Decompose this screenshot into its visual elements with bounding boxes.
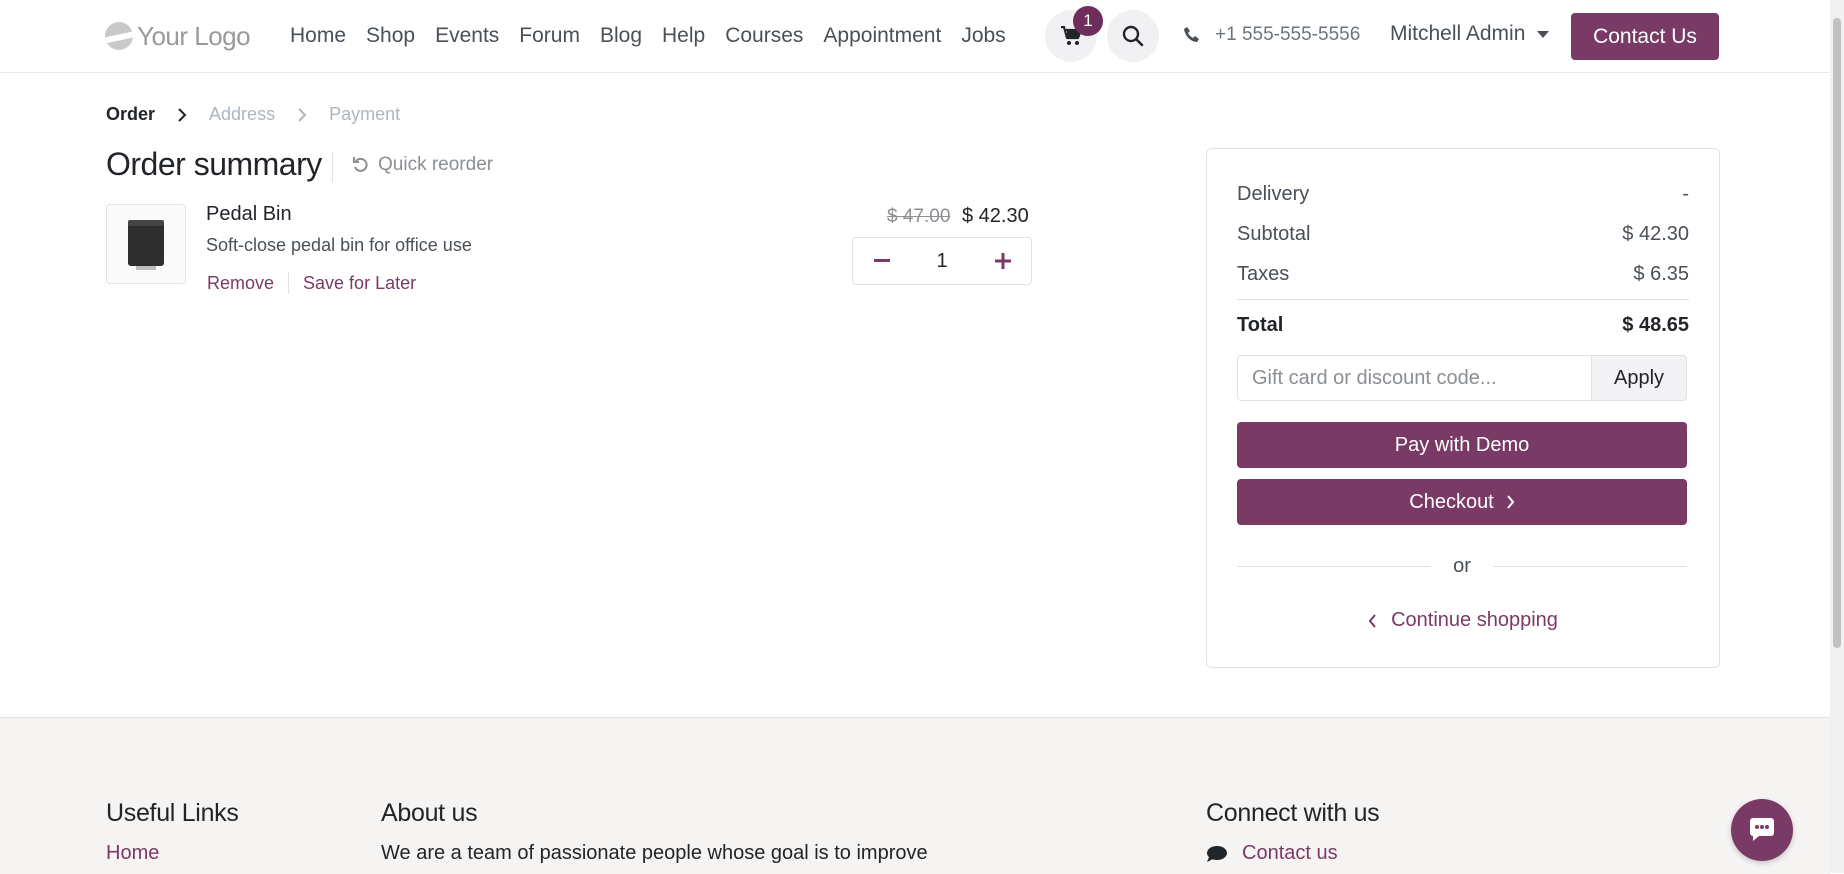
discounted-price: $ 42.30 [962,205,1029,227]
phone-contact[interactable]: +1 555-555-5556 [1183,24,1360,46]
logo-mark-icon [105,22,133,50]
or-label: or [1453,555,1471,577]
nav-shop[interactable]: Shop [356,22,425,50]
page-title: Order summary [106,146,322,182]
taxes-label: Taxes [1237,263,1290,285]
footer-contact-link[interactable]: Contact us [1206,842,1338,865]
checkout-label: Checkout [1409,490,1494,513]
step-payment: Payment [329,104,401,124]
total-row: Total $ 48.65 [1237,314,1689,337]
contact-us-button[interactable]: Contact Us [1571,13,1719,60]
chevron-left-icon [1368,613,1376,628]
comment-icon [1207,845,1227,862]
taxes-row: Taxes $ 6.35 [1237,263,1689,286]
cart-button[interactable]: 1 [1045,6,1103,62]
nav-courses[interactable]: Courses [715,22,813,50]
minus-icon [873,259,890,262]
site-logo[interactable]: Your Logo [105,18,251,54]
coupon-form: Apply [1237,355,1687,401]
chat-icon [1750,818,1774,841]
delivery-row: Delivery - [1237,183,1689,206]
scrollbar-thumb[interactable] [1833,18,1841,648]
phone-number: +1 555-555-5556 [1215,24,1361,45]
cart-count-badge: 1 [1073,6,1103,36]
about-us-text: We are a team of passionate people whose… [381,842,928,864]
user-name: Mitchell Admin [1390,22,1526,45]
plus-icon [994,253,1011,269]
pedal-bin-image [128,220,164,270]
live-chat-button[interactable] [1731,799,1793,861]
step-order[interactable]: Order [106,104,155,125]
quantity-input[interactable] [910,238,974,284]
product-description: Soft-close pedal bin for office use [206,235,472,255]
checkout-breadcrumb: Order Address Payment [106,104,400,125]
useful-links-heading: Useful Links [106,799,239,827]
page-scrollbar[interactable] [1830,0,1844,873]
continue-shopping-link[interactable]: Continue shopping [1207,609,1719,632]
product-image[interactable] [106,204,186,284]
increase-quantity-button[interactable] [974,238,1031,284]
taxes-value: $ 6.35 [1633,263,1689,285]
chevron-right-icon [297,107,307,122]
coupon-input[interactable] [1237,355,1591,401]
decrease-quantity-button[interactable] [853,238,910,284]
site-footer: Useful Links Home About us We are a team… [0,717,1830,874]
chevron-right-icon [177,107,187,122]
order-totals-panel: Delivery - Subtotal $ 42.30 Taxes $ 6.35… [1206,148,1720,668]
search-button[interactable] [1107,10,1159,62]
or-separator: or [1237,555,1688,578]
pay-with-demo-label: Pay with Demo [1394,433,1530,456]
search-icon [1122,25,1144,47]
title-divider [332,152,333,182]
apply-coupon-button[interactable]: Apply [1591,355,1687,401]
total-value: $ 48.65 [1622,314,1689,336]
reorder-icon [353,157,368,172]
connect-heading: Connect with us [1206,799,1380,827]
delivery-value: - [1682,183,1689,205]
or-line-left [1237,566,1432,567]
nav-help[interactable]: Help [652,22,715,50]
subtotal-label: Subtotal [1237,223,1311,245]
original-price: $ 47.00 [887,206,951,227]
nav-forum[interactable]: Forum [509,22,590,50]
footer-contact-label: Contact us [1242,842,1338,864]
product-name[interactable]: Pedal Bin [206,203,292,226]
product-actions: Remove Save for Later [207,272,416,294]
nav-blog[interactable]: Blog [590,22,652,50]
checkout-button[interactable]: Checkout [1237,479,1687,525]
quick-reorder-button[interactable]: Quick reorder [352,154,493,176]
continue-shopping-label: Continue shopping [1391,609,1558,631]
site-header: Your Logo Home Shop Events Forum Blog He… [0,0,1830,73]
nav-jobs[interactable]: Jobs [951,22,1015,50]
total-label: Total [1237,314,1284,336]
subtotal-value: $ 42.30 [1622,223,1689,245]
nav-events[interactable]: Events [425,22,509,50]
chevron-right-icon [1506,495,1515,509]
totals-divider [1237,299,1689,300]
user-menu[interactable]: Mitchell Admin [1390,22,1550,46]
subtotal-row: Subtotal $ 42.30 [1237,223,1689,246]
nav-home[interactable]: Home [290,22,356,50]
chevron-down-icon [1537,30,1550,38]
footer-home-link[interactable]: Home [106,842,159,865]
phone-icon [1184,27,1199,42]
pay-with-demo-button[interactable]: Pay with Demo [1237,422,1687,468]
about-us-heading: About us [381,799,478,827]
remove-link[interactable]: Remove [207,273,274,294]
action-divider [288,272,290,294]
or-line-right [1492,566,1688,567]
step-address: Address [209,104,276,124]
save-for-later-link[interactable]: Save for Later [303,273,416,294]
delivery-label: Delivery [1237,183,1310,205]
quantity-stepper [852,237,1032,285]
logo-text: Your Logo [137,20,251,51]
nav-appointment[interactable]: Appointment [813,22,951,50]
quick-reorder-label: Quick reorder [378,154,494,175]
main-nav: Home Shop Events Forum Blog Help Courses… [290,22,1016,50]
